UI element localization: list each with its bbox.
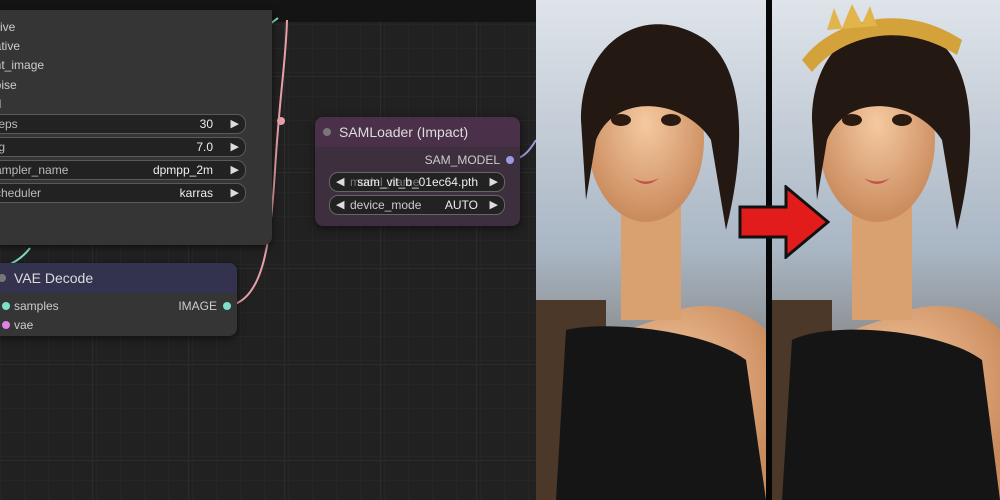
image-output-socket[interactable] xyxy=(223,302,231,310)
node-title-bar[interactable]: VAE Decode xyxy=(0,263,237,293)
scheduler-widget[interactable]: scheduler karras ▶ xyxy=(0,183,246,203)
widget-label: steps xyxy=(0,117,18,131)
sam-model-output-socket[interactable] xyxy=(506,156,514,164)
collapse-dot-icon[interactable] xyxy=(0,274,6,282)
input-latent-image[interactable]: ent_image xyxy=(0,58,44,72)
wire-reroute-dot xyxy=(277,117,285,125)
left-arrow-icon[interactable]: ◀ xyxy=(336,198,344,211)
node-title: VAE Decode xyxy=(14,270,94,286)
input-label: vae xyxy=(14,318,34,332)
right-arrow-icon[interactable]: ▶ xyxy=(231,186,239,199)
input-positive[interactable]: sitive xyxy=(0,20,15,34)
right-arrow-icon[interactable]: ▶ xyxy=(231,140,239,153)
device-mode-widget[interactable]: ◀ device_mode AUTO ▶ xyxy=(329,195,505,215)
samloader-node[interactable]: SAMLoader (Impact) SAM_MODEL ◀ model_nam… xyxy=(315,117,520,226)
output-label: IMAGE xyxy=(178,299,217,313)
widget-label: sampler_name xyxy=(0,163,69,177)
right-arrow-icon[interactable]: ▶ xyxy=(231,117,239,130)
node-title: SAMLoader (Impact) xyxy=(339,124,469,140)
widget-label: cfg xyxy=(0,140,6,154)
widget-label: device_mode xyxy=(350,198,422,212)
input-label: samples xyxy=(14,299,59,313)
vae-decode-node[interactable]: VAE Decode samples IMAGE vae xyxy=(0,263,237,336)
red-arrow-icon xyxy=(738,185,830,259)
sampler-name-widget[interactable]: sampler_name dpmpp_2m ▶ xyxy=(0,160,246,180)
right-arrow-icon[interactable]: ▶ xyxy=(490,198,498,211)
widget-value: dpmpp_2m xyxy=(152,163,213,177)
output-label: SAM_MODEL xyxy=(424,153,500,167)
input-seed[interactable]: ed xyxy=(0,97,1,111)
samples-input-socket[interactable] xyxy=(2,302,10,310)
comparison-panel xyxy=(536,0,1000,500)
portrait-before-image xyxy=(536,0,766,500)
widget-value: 7.0 xyxy=(196,140,213,154)
widget-label: scheduler xyxy=(0,186,42,200)
widget-value: 30 xyxy=(199,117,213,131)
ksampler-node[interactable]: sitive gative ent_image noise ed steps 3… xyxy=(0,10,272,245)
cfg-widget[interactable]: cfg 7.0 ▶ xyxy=(0,137,246,157)
vae-input-socket[interactable] xyxy=(2,321,10,329)
widget-value: AUTO xyxy=(444,198,478,212)
widget-value: karras xyxy=(179,186,213,200)
input-negative[interactable]: gative xyxy=(0,39,20,53)
right-arrow-icon[interactable]: ▶ xyxy=(231,163,239,176)
node-title-bar[interactable]: SAMLoader (Impact) xyxy=(315,117,520,147)
photo-before xyxy=(536,0,766,500)
right-arrow-icon[interactable]: ▶ xyxy=(490,175,498,188)
left-arrow-icon[interactable]: ◀ xyxy=(336,175,344,188)
steps-widget[interactable]: steps 30 ▶ xyxy=(0,114,246,134)
node-graph-canvas[interactable]: sitive gative ent_image noise ed steps 3… xyxy=(0,0,536,500)
collapse-dot-icon[interactable] xyxy=(323,128,331,136)
input-noise[interactable]: noise xyxy=(0,78,17,92)
model-name-widget[interactable]: ◀ model_name sam_vit_b_01ec64.pth ▶ xyxy=(329,172,505,192)
widget-value: sam_vit_b_01ec64.pth xyxy=(357,175,478,189)
